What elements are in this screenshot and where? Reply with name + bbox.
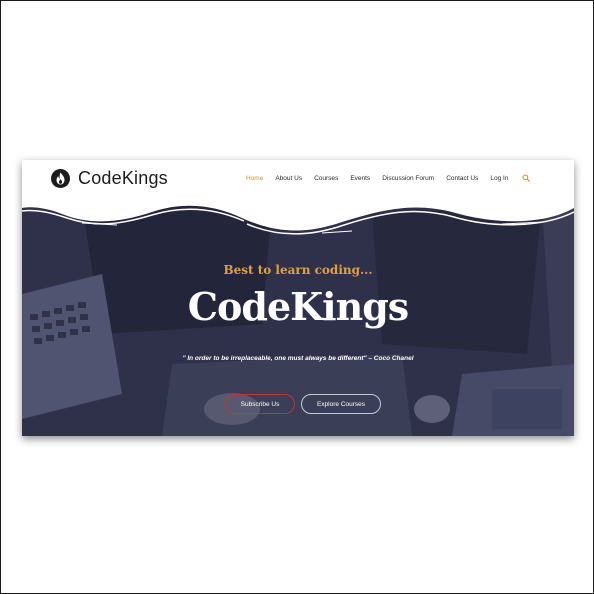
main-nav: Home About Us Courses Events Discussion … [246, 174, 531, 182]
nav-item-events[interactable]: Events [350, 175, 370, 182]
wave-divider [22, 204, 574, 235]
subscribe-button[interactable]: Subscribe Us [225, 394, 295, 414]
hero-quote: " In order to be irreplaceable, one must… [182, 355, 414, 362]
hero-section: Best to learn coding... CodeKings " In o… [22, 204, 574, 436]
hero-tagline: Best to learn coding... [223, 263, 373, 277]
hero-title: CodeKings [187, 284, 409, 329]
nav-item-discussion-forum[interactable]: Discussion Forum [382, 175, 434, 182]
search-icon[interactable] [522, 174, 531, 182]
explore-courses-button[interactable]: Explore Courses [301, 394, 381, 414]
nav-item-about-us[interactable]: About Us [275, 175, 302, 182]
nav-item-home[interactable]: Home [246, 175, 263, 182]
site-logo[interactable]: CodeKings [51, 168, 168, 189]
site-header: CodeKings Home About Us Courses Events D… [22, 160, 574, 204]
website: CodeKings Home About Us Courses Events D… [22, 160, 574, 436]
nav-item-courses[interactable]: Courses [314, 175, 338, 182]
nav-item-log-in[interactable]: Log In [490, 175, 508, 182]
nav-item-contact-us[interactable]: Contact Us [446, 175, 478, 182]
flame-icon [51, 169, 70, 188]
brand-name: CodeKings [78, 168, 168, 188]
screenshot-frame: CodeKings Home About Us Courses Events D… [0, 0, 594, 594]
